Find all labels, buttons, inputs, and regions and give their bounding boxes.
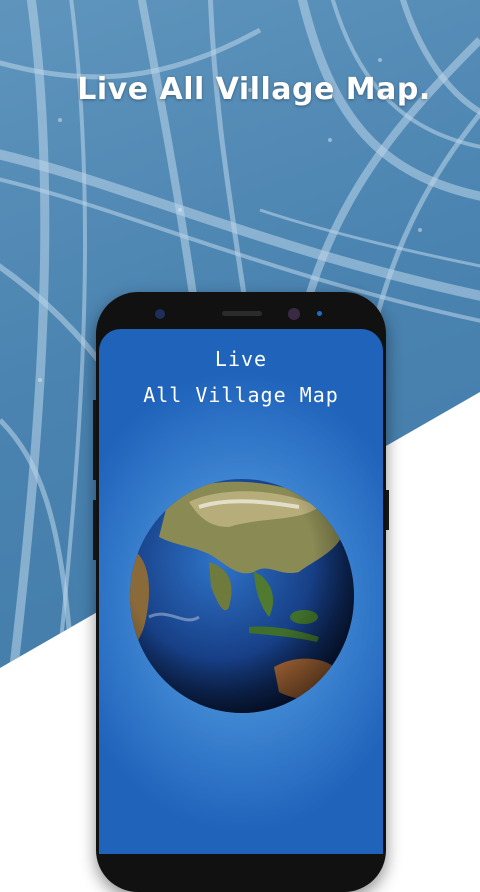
- front-sensor-icon: [288, 308, 300, 320]
- indicator-light-icon: [317, 311, 322, 316]
- app-splash-screen: Live All Village Map: [99, 329, 383, 854]
- app-title-line-1: Live: [214, 347, 268, 371]
- earth-globe-icon: [130, 479, 354, 713]
- front-camera-icon: [155, 309, 165, 319]
- app-title-line-2: All Village Map: [143, 383, 339, 407]
- promo-headline: Live All Village Map.: [77, 72, 431, 107]
- earpiece-speaker-icon: [222, 311, 262, 316]
- phone-power-button: [386, 490, 389, 530]
